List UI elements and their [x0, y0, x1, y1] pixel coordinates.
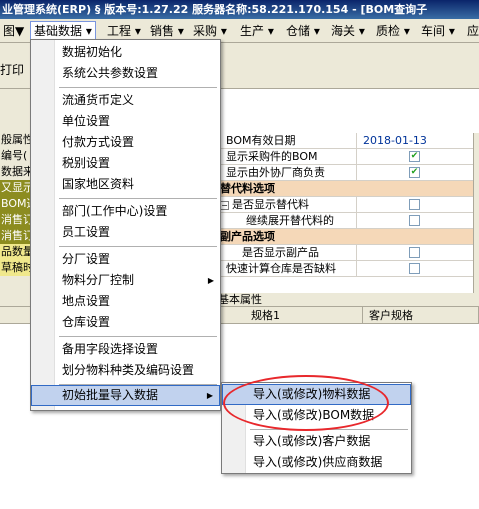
menu-separator — [59, 336, 217, 337]
column-header[interactable]: 规格1 — [245, 307, 363, 324]
menu-sales[interactable]: 销售 ▾ — [147, 21, 187, 41]
grid-row-bom-date: BOM有效日期 2018-01-13 — [218, 133, 474, 149]
grid-row: 显示采购件的BOM ✔ — [218, 149, 474, 165]
menu-customs[interactable]: 海关 ▾ — [328, 21, 368, 41]
menu-item-material-branch[interactable]: 物料分厂控制 ▶ — [31, 270, 220, 291]
menu-quality[interactable]: 质检 ▾ — [373, 21, 413, 41]
bom-date-value[interactable]: 2018-01-13 — [356, 133, 472, 148]
grid-label: 继续展开替代料的 — [246, 214, 334, 227]
grid-row: 显示由外协厂商负责 ✔ — [218, 165, 474, 181]
submenu-item-import-supplier[interactable]: 导入(或修改)供应商数据 — [222, 452, 411, 473]
menu-item-spare-fields[interactable]: 备用字段选择设置 — [31, 339, 220, 360]
grid-row: 继续展开替代料的 — [218, 213, 474, 229]
menu-item-label: 物料分厂控制 — [62, 273, 135, 287]
submenu-arrow-icon: ▶ — [207, 276, 214, 285]
menu-item-branch[interactable]: 分厂设置 — [31, 249, 220, 270]
menu-workshop[interactable]: 车间 ▾ — [418, 21, 458, 41]
batch-import-submenu: 导入(或修改)物料数据 导入(或修改)BOM数据 导入(或修改)客户数据 导入(… — [221, 382, 412, 474]
checkbox[interactable]: ✔ — [409, 167, 420, 178]
section-label: 副产品选项 — [220, 230, 275, 243]
menu-purchase[interactable]: 采购 ▾ — [190, 21, 230, 41]
menu-app[interactable]: 应 — [464, 21, 479, 41]
window-title: 业管理系统(ERP) § 版本号:1.27.22 服务器名称:58.221.17… — [2, 3, 428, 16]
grid-value-cell: ✔ — [356, 149, 472, 164]
menu-item-tax[interactable]: 税别设置 — [31, 153, 220, 174]
grid-label-wrap: − 是否显示替代料 — [218, 197, 354, 212]
submenu-item-import-bom[interactable]: 导入(或修改)BOM数据 — [222, 405, 411, 426]
grid-row: 快速计算仓库是否缺料 — [218, 261, 474, 277]
checkbox[interactable] — [409, 215, 420, 226]
menu-item-payment[interactable]: 付款方式设置 — [31, 132, 220, 153]
band-title: 基本属性 — [218, 293, 262, 306]
menu-item-employee[interactable]: 员工设置 — [31, 222, 220, 243]
property-grid: BOM有效日期 2018-01-13 显示采购件的BOM ✔ 显示由外协厂商负责… — [218, 133, 479, 293]
menu-item-country[interactable]: 国家地区资料 — [31, 174, 220, 195]
menu-item-data-init[interactable]: 数据初始化 — [31, 42, 220, 63]
menu-separator — [59, 87, 217, 88]
grid-label: 快速计算仓库是否缺料 — [226, 262, 336, 275]
menu-item-system-params[interactable]: 系统公共参数设置 — [31, 63, 220, 84]
grid-row: − 是否显示替代料 — [218, 197, 474, 213]
grid-label: BOM有效日期 — [226, 134, 296, 147]
checkbox[interactable] — [409, 199, 420, 210]
menu-engineering[interactable]: 工程 ▾ — [104, 21, 144, 41]
grid-label: 显示采购件的BOM — [226, 150, 318, 163]
menu-basic-data[interactable]: 基础数据 ▾ — [30, 21, 96, 41]
grid-value-cell — [356, 213, 472, 228]
menu-item-batch-import[interactable]: 初始批量导入数据 ▶ — [31, 385, 220, 406]
grid-label: 是否显示副产品 — [242, 246, 319, 259]
grid-label: 显示由外协厂商负责 — [226, 166, 325, 179]
submenu-item-import-material[interactable]: 导入(或修改)物料数据 — [222, 384, 411, 405]
collapse-toggle-icon[interactable]: − — [220, 200, 229, 210]
menu-view[interactable]: 图▼ — [0, 21, 27, 41]
menu-item-material-coding[interactable]: 划分物料种类及编码设置 — [31, 360, 220, 381]
right-panel-edge — [473, 133, 479, 293]
grid-row: 是否显示副产品 — [218, 245, 474, 261]
grid-value-cell: ✔ — [356, 165, 472, 180]
grid-value-cell — [356, 245, 472, 260]
checkbox[interactable] — [409, 263, 420, 274]
grid-section: 副产品选项 — [218, 229, 474, 245]
menu-item-location[interactable]: 地点设置 — [31, 291, 220, 312]
grid-label: 是否显示替代料 — [232, 198, 309, 211]
submenu-arrow-icon: ▶ — [206, 391, 213, 400]
print-button[interactable]: 打印 — [0, 61, 24, 78]
menu-item-warehouse[interactable]: 仓库设置 — [31, 312, 220, 333]
grid-value-cell — [356, 197, 472, 212]
grid-section: 替代料选项 — [218, 181, 474, 197]
checkbox[interactable]: ✔ — [409, 151, 420, 162]
menu-item-unit[interactable]: 单位设置 — [31, 111, 220, 132]
submenu-item-import-customer[interactable]: 导入(或修改)客户数据 — [222, 431, 411, 452]
menu-separator — [250, 429, 408, 430]
menu-item-currency[interactable]: 流通货币定义 — [31, 90, 220, 111]
column-header[interactable]: 客户规格 — [363, 307, 479, 324]
menu-production[interactable]: 生产 ▾ — [237, 21, 277, 41]
window-title-bar: 业管理系统(ERP) § 版本号:1.27.22 服务器名称:58.221.17… — [0, 0, 479, 19]
menu-item-label: 初始批量导入数据 — [62, 388, 159, 402]
grid-value-cell — [356, 261, 472, 276]
menu-separator — [59, 246, 217, 247]
basic-data-dropdown-menu: 数据初始化 系统公共参数设置 流通货币定义 单位设置 付款方式设置 税别设置 国… — [30, 39, 221, 411]
checkbox[interactable] — [409, 247, 420, 258]
section-label: 替代料选项 — [220, 182, 275, 195]
menu-warehouse[interactable]: 仓储 ▾ — [283, 21, 323, 41]
menu-separator — [59, 198, 217, 199]
menu-item-department[interactable]: 部门(工作中心)设置 — [31, 201, 220, 222]
